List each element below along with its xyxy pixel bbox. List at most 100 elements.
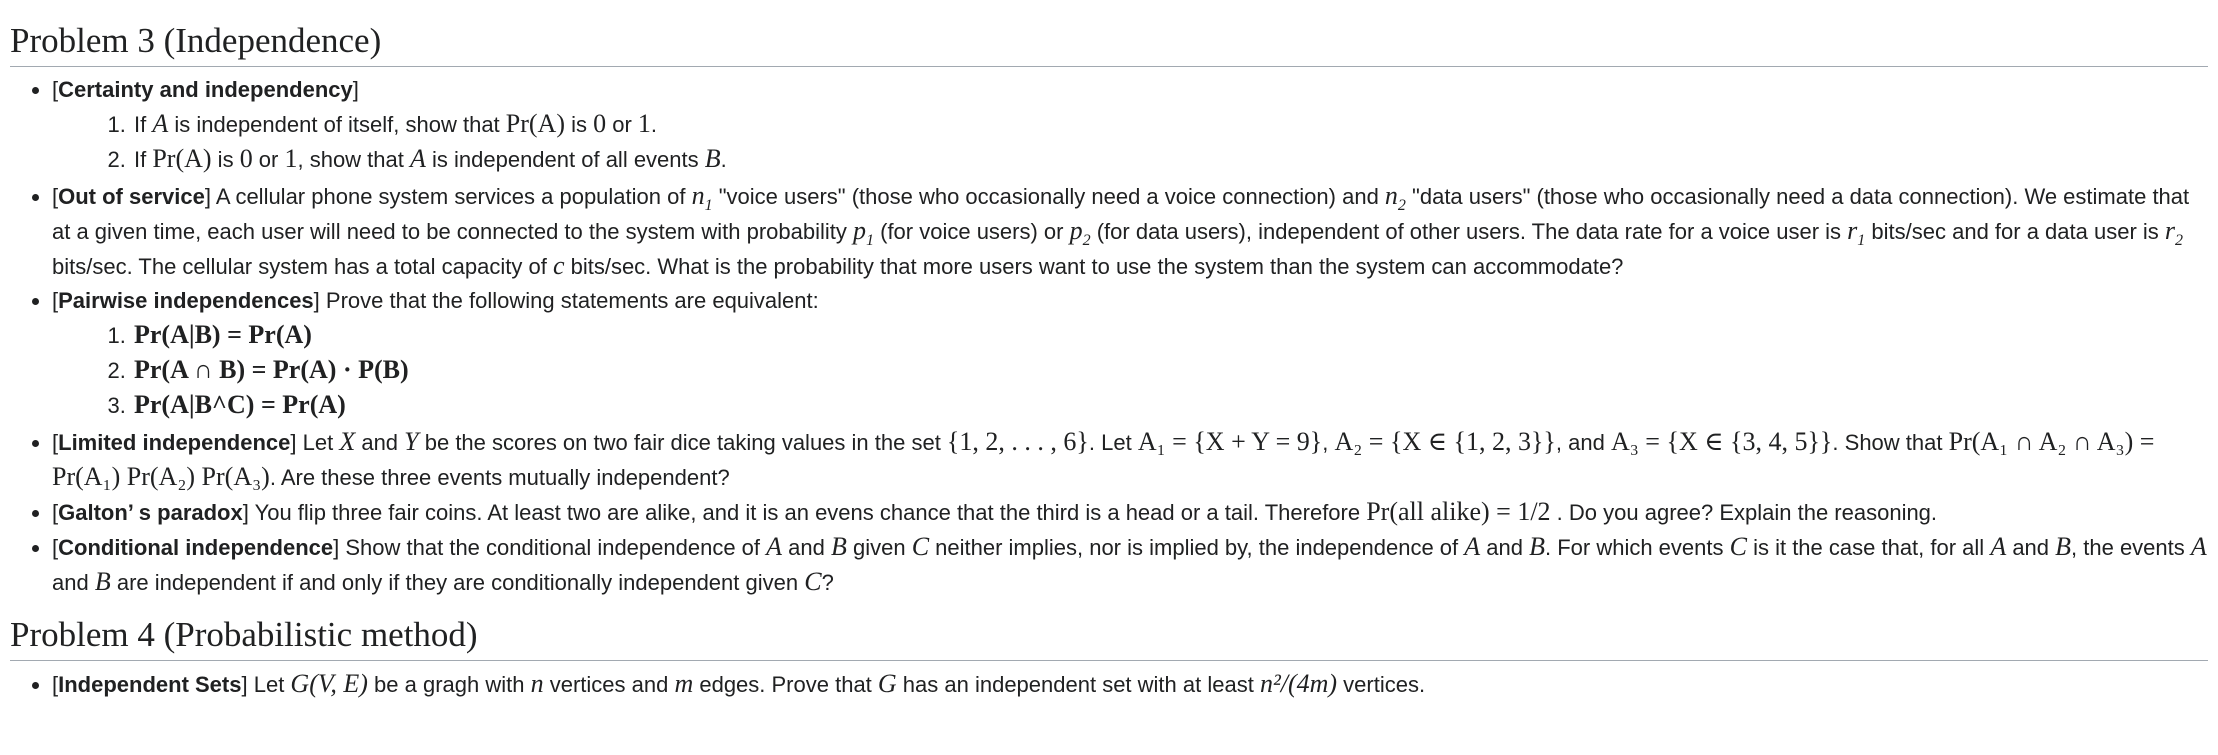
subscript: 2 xyxy=(2175,232,2184,250)
pairwise-eq-3: Pr(A|B^C) = Pr(A) xyxy=(132,388,2208,423)
page: Problem 3 (Independence) [Certainty and … xyxy=(0,0,2218,702)
pairwise-eq-2: Pr(A ∩ B) = Pr(A) · P(B) xyxy=(132,353,2208,388)
item-label: Galton’ s paradox xyxy=(58,500,243,525)
text: and xyxy=(782,535,831,560)
text: be the scores on two fair dice taking va… xyxy=(418,430,947,455)
text: . Are these three events mutually indepe… xyxy=(269,465,730,490)
math-p2: p2 xyxy=(1069,216,1091,249)
math-pr-all-alike: Pr(all alike) = 1/2 xyxy=(1366,497,1551,526)
math-one: 1 xyxy=(637,109,651,138)
item-label: Limited independence xyxy=(58,430,291,455)
text: If xyxy=(134,147,153,172)
math-B: B xyxy=(2055,532,2072,561)
symbol: r xyxy=(1847,216,1858,245)
text: You flip three fair coins. At least two … xyxy=(248,500,1367,525)
problem-3-heading: Problem 3 (Independence) xyxy=(10,18,2208,67)
text: (for data users), independent of other u… xyxy=(1090,219,1848,244)
math-pr-a: Pr(A) xyxy=(505,109,565,138)
item-galton: [Galton’ s paradox] You flip three fair … xyxy=(52,495,2208,530)
text: . Let xyxy=(1088,430,1138,455)
text: and xyxy=(2006,535,2056,560)
math-C: C xyxy=(1729,532,1747,561)
math-n1: n1 xyxy=(691,181,713,214)
item-out-of-service: [Out of service] A cellular phone system… xyxy=(52,179,2208,284)
symbol: p xyxy=(1069,216,1083,245)
item-label: Independent Sets xyxy=(58,672,242,697)
text: and xyxy=(1480,535,1530,560)
item-limited: [Limited independence] Let X and Y be th… xyxy=(52,425,2208,495)
pairwise-eq-1: Pr(A|B) = Pr(A) xyxy=(132,318,2208,353)
text: . xyxy=(650,112,658,137)
problem-4-heading: Problem 4 (Probabilistic method) xyxy=(10,612,2208,661)
math-A: A xyxy=(410,144,426,173)
certainty-sublist: If A is independent of itself, show that… xyxy=(52,107,2208,177)
symbol: p xyxy=(853,216,866,245)
math-X: X xyxy=(339,427,356,456)
math-p1: p1 xyxy=(853,216,874,249)
text: is independent of all events xyxy=(425,147,705,172)
item-pairwise: [Pairwise independences] Prove that the … xyxy=(52,284,2208,423)
math-A: A xyxy=(152,109,169,138)
subscript: 2 xyxy=(1082,232,1091,250)
symbol: r xyxy=(2164,216,2176,245)
text: is it the case that, for all xyxy=(1746,535,1991,560)
symbol: n xyxy=(1384,181,1398,210)
text: and xyxy=(52,570,95,595)
item-conditional: [Conditional independence] Show that the… xyxy=(52,530,2208,600)
math-Y: Y xyxy=(404,427,419,456)
text: Let xyxy=(296,430,340,455)
math-B: B xyxy=(704,144,721,173)
text: A cellular phone system services a popul… xyxy=(210,184,692,209)
problem-4-section: Problem 4 (Probabilistic method) [Indepe… xyxy=(10,612,2208,702)
text: or xyxy=(606,112,638,137)
text: . xyxy=(720,147,727,172)
equation: Pr(A|B) = Pr(A) xyxy=(134,320,312,349)
text: is xyxy=(211,147,240,172)
math-C: C xyxy=(804,567,822,596)
text: . For which events xyxy=(1544,535,1730,560)
text: bits/sec and for a data user is xyxy=(1865,219,2165,244)
text: . Do you agree? Explain the reasoning. xyxy=(1550,500,1938,525)
math-B: B xyxy=(1529,532,1545,561)
problem-3-list: [Certainty and independency] If A is ind… xyxy=(10,73,2208,600)
math-bound: n²/(4m) xyxy=(1259,669,1338,698)
problem-4-list: [Independent Sets] Let G(V, E) be a grag… xyxy=(10,667,2208,702)
symbol: n xyxy=(691,181,705,210)
item-label: Certainty and independency xyxy=(58,77,353,102)
text: (for voice users) or xyxy=(874,219,1070,244)
math-zero: 0 xyxy=(593,109,607,138)
math-C: C xyxy=(911,532,930,561)
math-n2: n2 xyxy=(1384,181,1406,214)
math-one: 1 xyxy=(284,144,298,173)
math-graph: G(V, E) xyxy=(290,669,368,698)
math-A: A xyxy=(2190,532,2207,561)
text: has an independent set with at least xyxy=(896,672,1260,697)
equation: Pr(A ∩ B) = Pr(A) · P(B) xyxy=(134,355,409,384)
text: . Show that xyxy=(1832,430,1949,455)
math-c: c xyxy=(552,251,565,280)
math-m: m xyxy=(674,669,694,698)
subscript: 1 xyxy=(704,197,713,215)
math-B: B xyxy=(94,567,111,596)
text: If xyxy=(134,112,153,137)
math-n: n xyxy=(530,669,544,698)
text: neither implies, nor is implied by, the … xyxy=(929,535,1465,560)
text: be a gragh with xyxy=(367,672,531,697)
math-G: G xyxy=(877,669,897,698)
math-set: {1, 2, . . . , 6} xyxy=(946,427,1089,456)
text: and xyxy=(355,430,405,455)
text: bits/sec. What is the probability that m… xyxy=(564,254,1624,279)
text: "voice users" (those who occasionally ne… xyxy=(712,184,1385,209)
item-independent-sets: [Independent Sets] Let G(V, E) be a grag… xyxy=(52,667,2208,702)
text: bits/sec. The cellular system has a tota… xyxy=(52,254,553,279)
math-zero: 0 xyxy=(239,144,253,173)
item-certainty: [Certainty and independency] If A is ind… xyxy=(52,73,2208,177)
math-pr-a: Pr(A) xyxy=(152,144,212,173)
certainty-subitem-1: If A is independent of itself, show that… xyxy=(132,107,2208,142)
text: , show that xyxy=(297,147,410,172)
text: Show that the conditional independence o… xyxy=(339,535,767,560)
item-label: Out of service xyxy=(58,184,205,209)
math-A3-def: A₃ = {X ∈ {3, 4, 5}} xyxy=(1610,427,1833,456)
text: or xyxy=(252,147,285,172)
text: vertices. xyxy=(1337,672,1426,697)
